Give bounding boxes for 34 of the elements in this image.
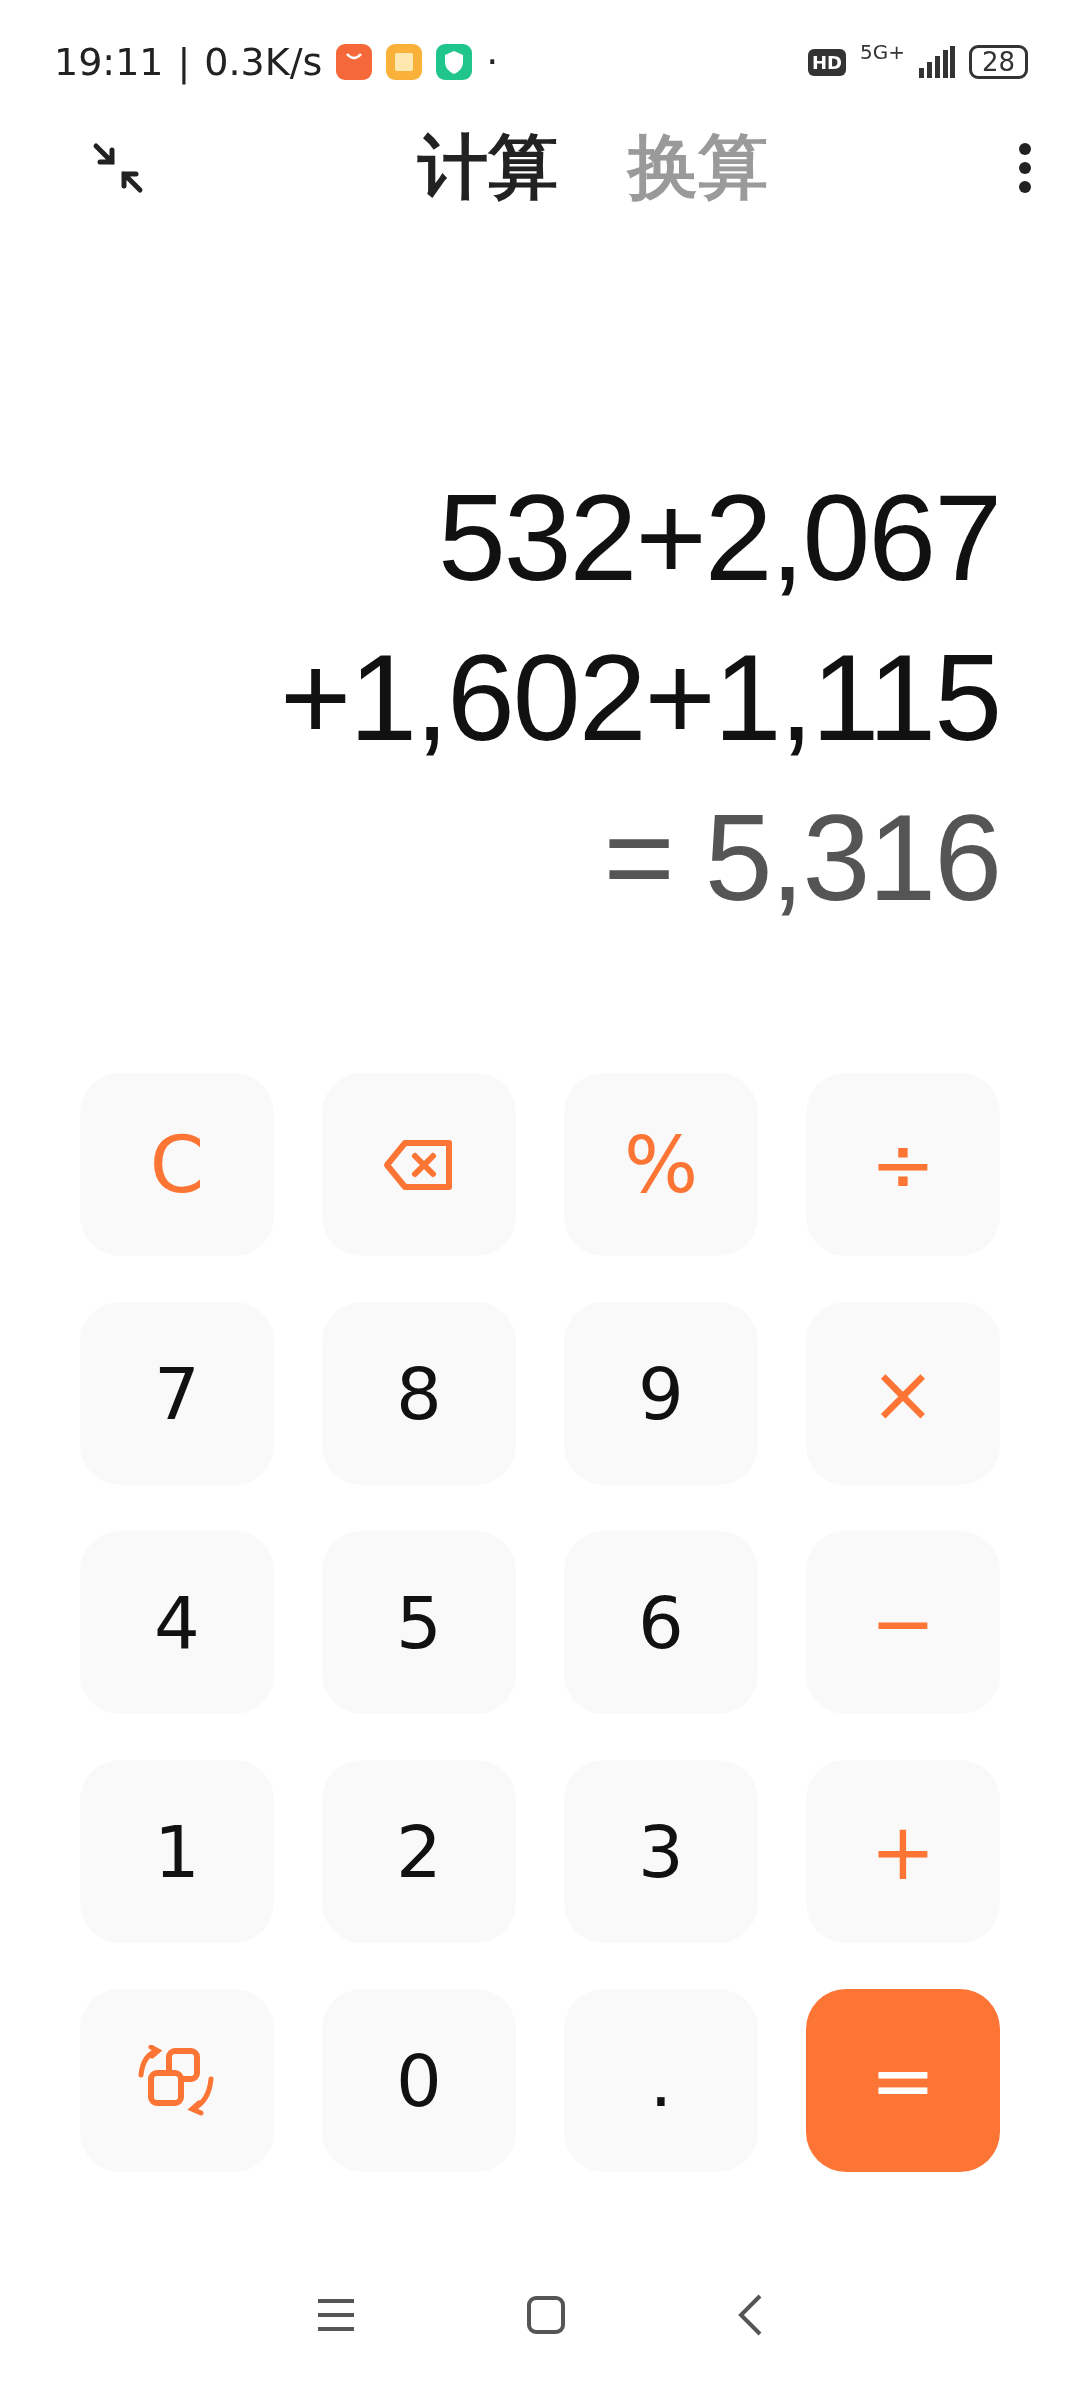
status-divider: | xyxy=(177,40,191,84)
mode-tab[interactable]: 计算 xyxy=(418,121,558,215)
backspace-key[interactable] xyxy=(322,1073,516,1256)
minimize-icon[interactable] xyxy=(92,142,144,194)
more-menu-icon[interactable] xyxy=(1018,142,1032,194)
digit-key[interactable]: 0 xyxy=(322,1989,516,2172)
digit-key[interactable]: 7 xyxy=(80,1302,274,1485)
expression-line: 532+2,067 xyxy=(437,469,1000,608)
notification-dot: · xyxy=(486,40,499,84)
digit-key[interactable]: 9 xyxy=(564,1302,758,1485)
digit-key[interactable]: 5 xyxy=(322,1531,516,1714)
digit-key[interactable]: 6 xyxy=(564,1531,758,1714)
home-icon[interactable] xyxy=(526,2295,566,2335)
gallery-icon xyxy=(386,44,423,80)
shield-icon xyxy=(436,44,473,80)
network-type: 5G+ xyxy=(859,40,905,64)
digit-key[interactable]: 4 xyxy=(80,1531,274,1714)
signal-icon xyxy=(918,46,955,78)
result-text: = 5,316 xyxy=(603,789,1000,928)
network-speed: 0.3K/s xyxy=(204,40,323,84)
digit-key[interactable]: 8 xyxy=(322,1302,516,1485)
digit-key[interactable]: 3 xyxy=(564,1760,758,1943)
back-icon[interactable] xyxy=(736,2293,764,2337)
backspace-icon xyxy=(383,1138,455,1191)
shopping-bag-icon xyxy=(336,44,373,80)
swap-key[interactable] xyxy=(80,1989,274,2172)
battery-level: 28 xyxy=(968,45,1028,79)
digit-key[interactable]: 2 xyxy=(322,1760,516,1943)
digit-key[interactable]: 1 xyxy=(80,1760,274,1943)
menu-icon[interactable] xyxy=(316,2297,356,2333)
hd-badge: HD xyxy=(807,48,846,76)
expression-line: +1,602+1,115 xyxy=(279,629,1000,768)
digit-key[interactable]: . xyxy=(564,1989,758,2172)
status-time: 19:11 xyxy=(54,40,164,84)
